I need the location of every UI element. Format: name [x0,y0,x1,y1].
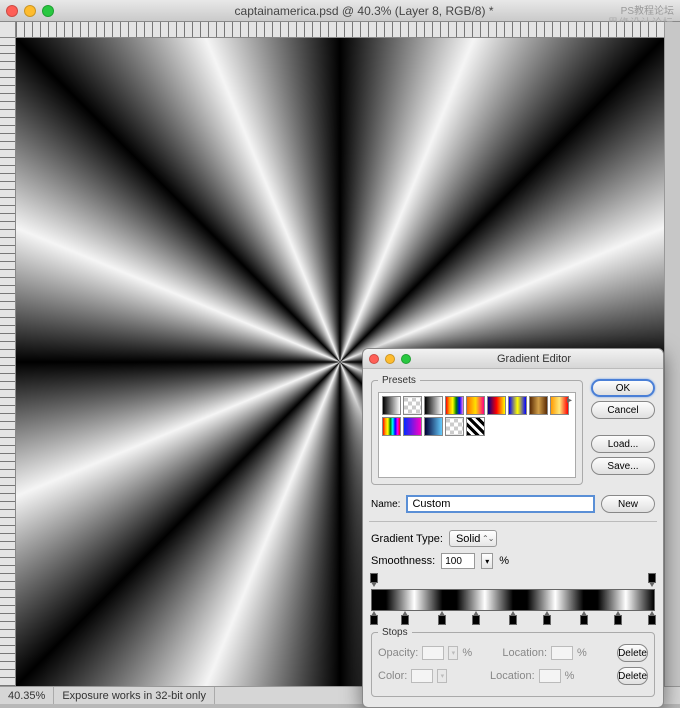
opacity-stops-track[interactable] [371,573,655,583]
dialog-minimize-button[interactable] [385,354,395,364]
color-stop[interactable] [472,615,480,625]
dialog-titlebar[interactable]: Gradient Editor [363,349,663,369]
presets-fieldset: Presets ▸ [371,375,583,485]
color-location-label: Location: [490,670,535,682]
dialog-traffic-lights [369,354,411,364]
preset-swatch[interactable] [424,417,443,436]
dialog-body: Presets ▸ OK Cancel Load... Save... Name… [363,369,663,707]
color-delete-button: Delete [617,667,648,685]
presets-panel: ▸ [378,392,576,478]
window-title: captainamerica.psd @ 40.3% (Layer 8, RGB… [54,4,674,18]
preset-swatch[interactable] [529,396,548,415]
close-window-button[interactable] [6,5,18,17]
preset-swatch[interactable] [424,396,443,415]
preset-swatch[interactable] [466,396,485,415]
preset-swatch[interactable] [445,417,464,436]
minimize-window-button[interactable] [24,5,36,17]
preset-swatch[interactable] [466,417,485,436]
stops-legend: Stops [378,627,412,638]
color-stop[interactable] [401,615,409,625]
color-stop[interactable] [543,615,551,625]
dialog-title: Gradient Editor [411,353,657,365]
dialog-close-button[interactable] [369,354,379,364]
gradient-bar[interactable] [371,589,655,611]
stops-fieldset: Stops Opacity: ▾ % Location: % Delete Co… [371,627,655,697]
scrollbar-vertical[interactable] [664,22,680,686]
ruler-corner [0,22,16,38]
name-label: Name: [371,499,400,510]
color-dropdown-icon: ▾ [437,669,447,683]
ok-button[interactable]: OK [591,379,655,397]
status-info[interactable]: Exposure works in 32-bit only [54,687,215,704]
window-titlebar: captainamerica.psd @ 40.3% (Layer 8, RGB… [0,0,680,22]
opacity-location-label: Location: [502,647,547,659]
dialog-button-column: OK Cancel Load... Save... [591,375,655,485]
zoom-level[interactable]: 40.35% [0,687,54,704]
ruler-horizontal[interactable] [16,22,664,38]
save-button[interactable]: Save... [591,457,655,475]
preset-swatch[interactable] [508,396,527,415]
preset-swatch[interactable] [403,396,422,415]
gradient-type-label: Gradient Type: [371,533,443,545]
cancel-button[interactable]: Cancel [591,401,655,419]
color-stop[interactable] [509,615,517,625]
opacity-dropdown-icon: ▾ [448,646,458,660]
color-label: Color: [378,670,407,682]
dialog-zoom-button[interactable] [401,354,411,364]
preset-swatch[interactable] [487,396,506,415]
load-button[interactable]: Load... [591,435,655,453]
preset-swatch[interactable] [382,396,401,415]
smoothness-label: Smoothness: [371,555,435,567]
preset-swatch[interactable] [382,417,401,436]
opacity-value-input [422,646,444,660]
ruler-vertical[interactable] [0,38,16,686]
color-stop[interactable] [438,615,446,625]
presets-flyout-icon[interactable]: ▸ [567,395,572,406]
smoothness-input[interactable] [441,553,475,569]
color-stop[interactable] [580,615,588,625]
opacity-delete-button: Delete [617,644,648,662]
traffic-lights [6,5,54,17]
name-input[interactable] [406,495,595,513]
new-button[interactable]: New [601,495,655,513]
color-stop[interactable] [648,615,656,625]
presets-grid [382,396,572,436]
presets-legend: Presets [378,375,420,386]
color-stops-track[interactable] [371,615,655,625]
color-stop[interactable] [614,615,622,625]
preset-swatch[interactable] [445,396,464,415]
smoothness-dropdown-icon[interactable]: ▾ [481,553,493,569]
color-stop[interactable] [370,615,378,625]
gradient-type-select[interactable]: Solid [449,530,497,547]
gradient-editor-dialog: Gradient Editor Presets ▸ OK Cancel Load… [362,348,664,708]
opacity-label: Opacity: [378,647,418,659]
percent-label: % [499,555,509,567]
zoom-window-button[interactable] [42,5,54,17]
color-location-input [539,669,561,683]
preset-swatch[interactable] [403,417,422,436]
opacity-location-input [551,646,573,660]
color-swatch [411,669,433,683]
